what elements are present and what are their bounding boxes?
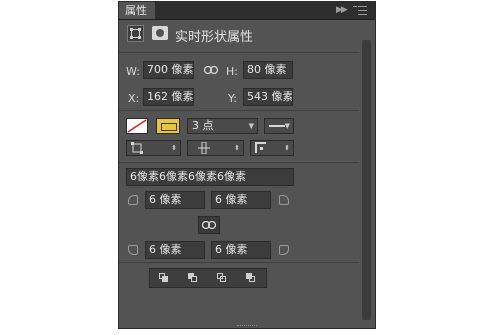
stroke-corners-dropdown[interactable]: ⬍ (250, 140, 294, 156)
y-label: Y: (228, 92, 237, 105)
mask-icon[interactable] (152, 26, 168, 40)
vector-shape-icon[interactable] (127, 25, 144, 42)
width-field[interactable]: 700 像素 (143, 61, 194, 79)
y-field[interactable]: 543 像素 (243, 88, 293, 106)
updown-icon: ⬍ (284, 144, 290, 152)
tab-properties[interactable]: 属性 (119, 2, 155, 19)
top-right-radius-field[interactable]: 6 像素 (211, 191, 271, 209)
stroke-width-dropdown[interactable]: 3 点 ▼ (187, 118, 258, 134)
w-label: W: (126, 65, 140, 78)
corner-top-left-icon[interactable] (128, 195, 138, 205)
height-field[interactable]: 80 像素 (243, 61, 293, 79)
panel-titlebar: 属性 ▶▶ (119, 2, 375, 20)
double-chevron-right-icon[interactable]: ▶▶ (336, 4, 348, 16)
x-label: X: (128, 92, 140, 105)
stroke-align-dropdown[interactable]: ⬍ (126, 140, 181, 156)
subtract-front-shape-icon[interactable] (180, 270, 208, 286)
updown-icon: ⬍ (171, 144, 177, 152)
stroke-caps-dropdown[interactable]: ⬍ (187, 140, 244, 156)
stroke-swatch[interactable] (156, 118, 180, 134)
link-icon (202, 221, 216, 229)
solid-line-icon (269, 125, 285, 127)
path-operations-bar (149, 268, 267, 288)
combine-shapes-icon[interactable] (151, 270, 179, 286)
link-icon[interactable] (204, 66, 218, 74)
exclude-overlap-icon[interactable] (238, 270, 266, 286)
link-corners-button[interactable] (198, 216, 220, 234)
h-label: H: (226, 65, 238, 78)
divider (119, 110, 359, 111)
properties-panel: 属性 ▶▶ 实时形状属性 W: 700 像素 H: 80 像素 X: 162 像… (118, 1, 376, 329)
stroke-caps-icon (198, 142, 210, 154)
corner-top-right-icon[interactable] (279, 195, 289, 205)
resize-grip[interactable] (237, 325, 257, 329)
bottom-left-radius-field[interactable]: 6 像素 (145, 241, 205, 259)
fill-swatch[interactable] (126, 118, 148, 134)
panel-menu-icon[interactable] (353, 6, 367, 15)
stroke-align-icon (131, 142, 143, 154)
all-corners-radius-field[interactable]: 6像素6像素6像素6像素 (126, 168, 294, 186)
section-title: 实时形状属性 (175, 30, 254, 45)
stroke-type-dropdown[interactable]: ▼ (264, 118, 294, 134)
stroke-width-value: 3 点 (192, 119, 214, 132)
divider (119, 162, 359, 163)
x-field[interactable]: 162 像素 (143, 88, 194, 106)
corner-bottom-right-icon[interactable] (279, 245, 289, 255)
divider (119, 52, 359, 53)
chevron-down-icon: ▼ (284, 122, 290, 130)
stroke-corners-icon (255, 142, 266, 153)
chevron-down-icon: ▼ (248, 122, 254, 130)
divider (119, 262, 359, 263)
bottom-right-radius-field[interactable]: 6 像素 (211, 241, 271, 259)
updown-icon: ⬍ (234, 144, 240, 152)
corner-bottom-left-icon[interactable] (128, 245, 138, 255)
scrollbar[interactable] (362, 40, 371, 320)
intersect-shapes-icon[interactable] (209, 270, 237, 286)
top-left-radius-field[interactable]: 6 像素 (145, 191, 205, 209)
